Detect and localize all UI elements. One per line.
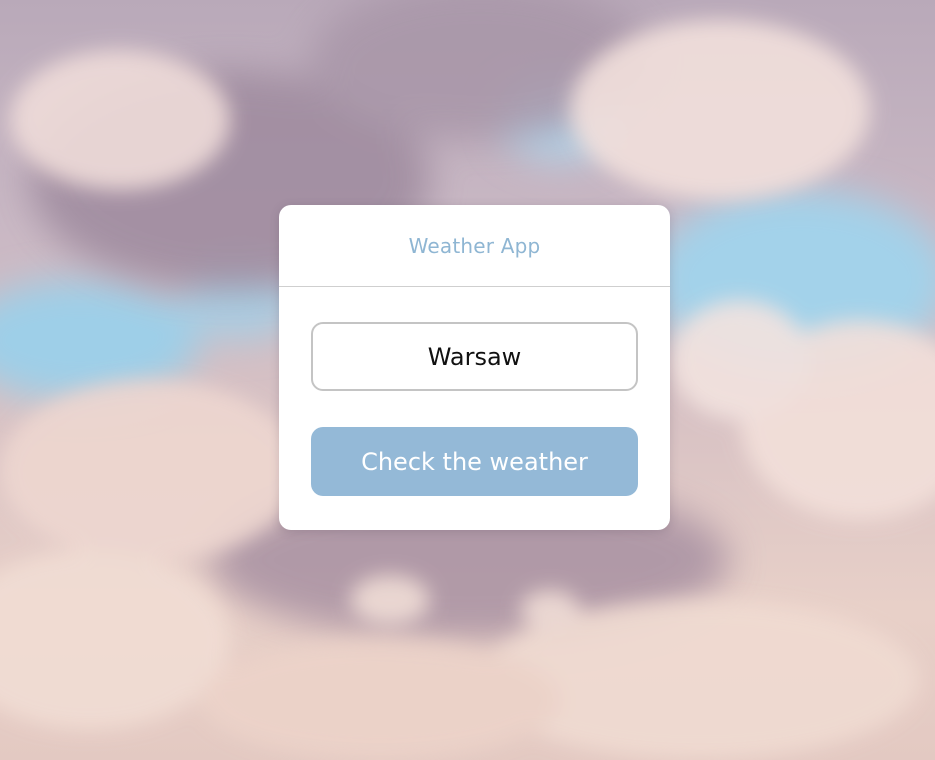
app-title: Weather App bbox=[408, 233, 541, 258]
card-header: Weather App bbox=[279, 205, 670, 287]
check-weather-button[interactable]: Check the weather bbox=[311, 427, 638, 496]
city-input[interactable] bbox=[311, 322, 638, 391]
weather-card: Weather App Check the weather bbox=[279, 205, 670, 530]
